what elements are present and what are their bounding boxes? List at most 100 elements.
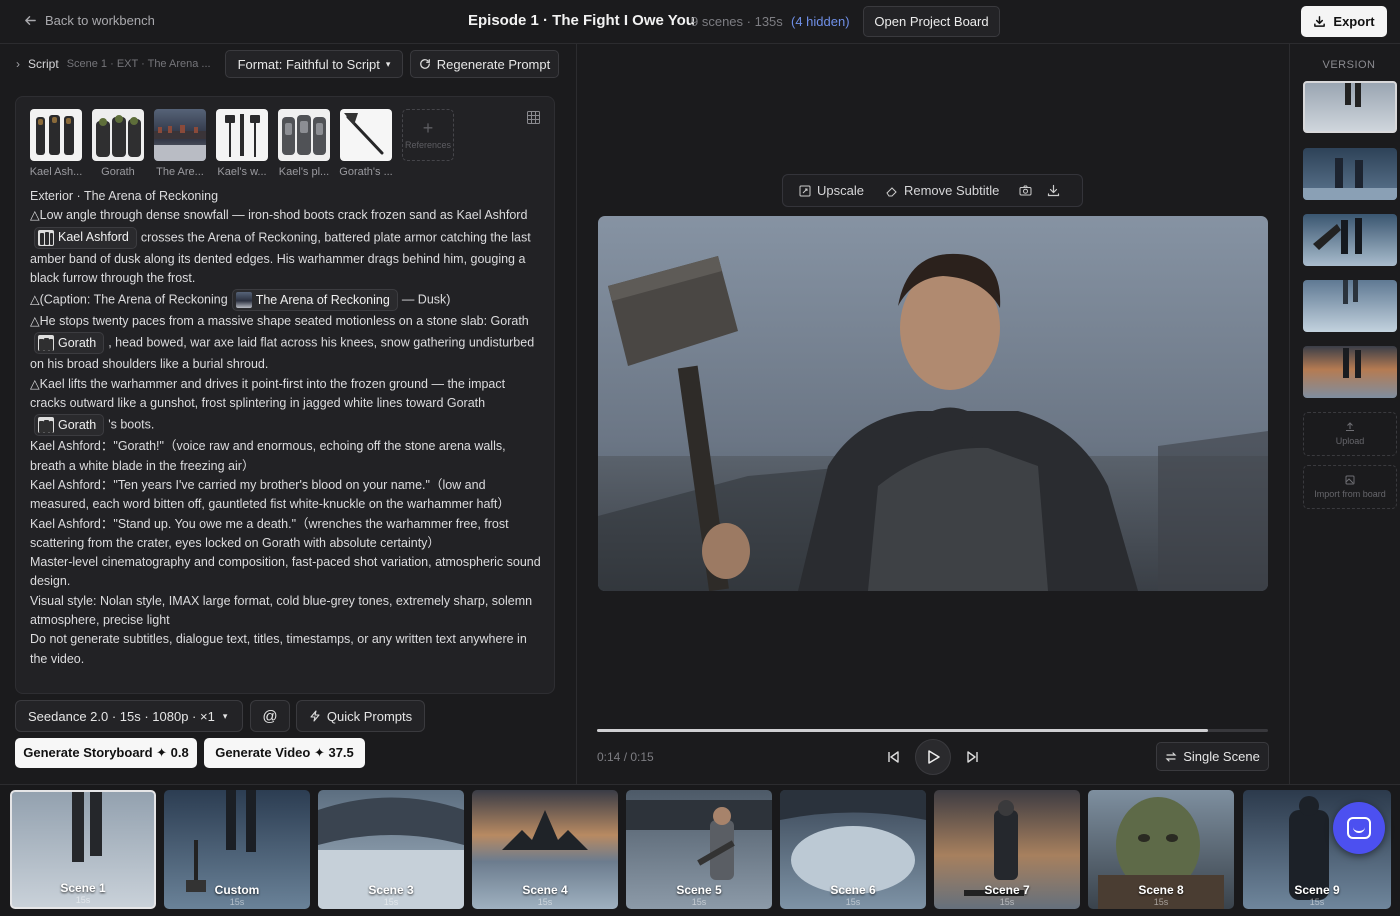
- upscale-label: Upscale: [817, 183, 864, 198]
- generate-video-button[interactable]: Generate Video ✦ 37.5: [204, 738, 365, 768]
- hidden-scenes-link[interactable]: (4 hidden): [791, 14, 850, 29]
- back-label: Back to workbench: [45, 13, 155, 28]
- quick-prompts-label: Quick Prompts: [326, 708, 413, 724]
- upscale-button[interactable]: Upscale: [791, 183, 872, 198]
- format-dropdown[interactable]: Format: Faithful to Script ▾: [225, 50, 403, 78]
- export-button[interactable]: Export: [1301, 6, 1387, 37]
- scene-duration: 15s: [999, 897, 1015, 907]
- version-thumbnail[interactable]: [1303, 280, 1397, 332]
- upscale-icon: [799, 185, 811, 196]
- model-select[interactable]: Seedance 2.0 · 15s · 1080p · ×1 ▾: [15, 700, 243, 732]
- remove-subtitle-label: Remove Subtitle: [903, 183, 1000, 198]
- refresh-icon: [419, 59, 430, 69]
- script-paragraph: △Kael lifts the warhammer and drives it …: [30, 375, 542, 438]
- avatar: [38, 229, 54, 246]
- scene-label: Scene 4: [522, 883, 568, 897]
- skip-next-icon[interactable]: [964, 748, 982, 766]
- script-paragraph: △Low angle through dense snowfall — iron…: [30, 206, 542, 288]
- scene-card[interactable]: Custom 15s: [164, 790, 310, 909]
- reference-name: Kael's pl...: [278, 166, 330, 178]
- remove-subtitle-button[interactable]: Remove Subtitle: [878, 183, 1007, 198]
- upload-version-button[interactable]: Upload: [1303, 412, 1397, 456]
- video-progress-bar[interactable]: [597, 729, 1268, 732]
- script-label: Script: [28, 57, 59, 71]
- skip-previous-icon[interactable]: [884, 748, 902, 766]
- video-preview[interactable]: [598, 216, 1268, 591]
- scene-duration: 15s: [1153, 897, 1169, 907]
- reference-item[interactable]: Kael's w...: [216, 109, 268, 178]
- download-frame-button[interactable]: [1039, 184, 1067, 197]
- grid-icon[interactable]: [527, 111, 540, 124]
- reference-thumbnail: [30, 109, 82, 161]
- reference-thumbnail: [154, 109, 206, 161]
- screenshot-button[interactable]: [1011, 184, 1039, 197]
- chevron-down-icon: ▾: [385, 58, 391, 69]
- script-paragraph: Master-level cinematography and composit…: [30, 555, 541, 589]
- add-reference-label: References: [404, 140, 452, 150]
- script-text[interactable]: Exterior · The Arena of Reckoning △Low a…: [30, 187, 542, 669]
- add-reference-button[interactable]: + References: [402, 109, 454, 161]
- mention-chip[interactable]: The Arena of Reckoning: [231, 289, 398, 312]
- play-icon: [928, 750, 940, 764]
- scene-label: Custom: [214, 883, 260, 897]
- reference-name: The Are...: [156, 166, 204, 178]
- image-icon: [1345, 475, 1355, 485]
- version-thumbnail[interactable]: [1303, 346, 1397, 398]
- script-text-span: △(Caption: The Arena of Reckoning: [30, 292, 228, 307]
- swap-icon: [1165, 751, 1177, 762]
- script-paragraph: △He stops twenty paces from a massive sh…: [30, 312, 542, 375]
- script-paragraph: Kael Ashford："Ten years I've carried my …: [30, 477, 510, 512]
- scene-card[interactable]: Scene 6 15s: [780, 790, 926, 909]
- open-project-board-button[interactable]: Open Project Board: [863, 6, 1000, 37]
- scene-label: Scene 9: [1294, 883, 1340, 897]
- regenerate-label: Regenerate Prompt: [436, 56, 551, 72]
- scene-card[interactable]: Scene 8 15s: [1088, 790, 1234, 909]
- top-bar: Back to workbench Episode 1 · The Fight …: [0, 0, 1400, 44]
- single-scene-label: Single Scene: [1183, 749, 1260, 764]
- reference-item[interactable]: Kael's pl...: [278, 109, 330, 178]
- mention-chip[interactable]: Gorath: [34, 414, 105, 437]
- import-from-board-button[interactable]: Import from board: [1303, 465, 1397, 509]
- scene-duration: 15s: [537, 897, 553, 907]
- script-breadcrumb[interactable]: › Script Scene 1 · EXT · The Arena ...: [16, 50, 211, 78]
- episode-title: Episode 1 · The Fight I Owe You: [468, 12, 695, 29]
- play-button[interactable]: [915, 739, 951, 775]
- single-scene-button[interactable]: Single Scene: [1156, 742, 1269, 771]
- scene-label: Scene 3: [368, 883, 414, 897]
- version-thumbnail[interactable]: [1303, 214, 1397, 266]
- reference-name: Gorath's ...: [339, 166, 393, 178]
- reference-item[interactable]: The Are...: [154, 109, 206, 178]
- scene-card[interactable]: Scene 5 15s: [626, 790, 772, 909]
- chevron-down-icon: ▾: [222, 710, 228, 721]
- mention-label: Gorath: [58, 335, 97, 350]
- upload-icon: [1346, 422, 1354, 431]
- script-editor[interactable]: Kael Ash... Gorath The Are... Kael's w..…: [15, 96, 555, 694]
- chat-support-button[interactable]: [1333, 802, 1385, 854]
- script-text-span: — Dusk): [401, 292, 451, 307]
- arrow-left-icon: [25, 16, 36, 25]
- chevron-right-icon: ›: [16, 57, 20, 71]
- version-thumbnail[interactable]: [1303, 148, 1397, 200]
- mention-chip[interactable]: Gorath: [34, 332, 105, 355]
- add-reference-item[interactable]: + References: [402, 109, 454, 178]
- reference-item[interactable]: Kael Ash...: [30, 109, 82, 178]
- scene-card[interactable]: Scene 7 15s: [934, 790, 1080, 909]
- mention-label: Kael Ashford: [58, 229, 129, 244]
- generate-storyboard-button[interactable]: Generate Storyboard ✦ 0.8: [15, 738, 197, 768]
- avatar: [235, 292, 252, 309]
- reference-item[interactable]: Gorath's ...: [339, 109, 393, 178]
- download-icon: [1047, 184, 1059, 197]
- plus-icon: +: [422, 118, 434, 138]
- scene-card[interactable]: Scene 1 15s: [10, 790, 156, 909]
- mention-chip[interactable]: Kael Ashford: [34, 226, 137, 249]
- mention-label: Gorath: [58, 417, 97, 432]
- version-thumbnail[interactable]: [1303, 81, 1397, 133]
- reference-item[interactable]: Gorath: [92, 109, 144, 178]
- scene-card[interactable]: Scene 4 15s: [472, 790, 618, 909]
- back-to-workbench-link[interactable]: Back to workbench: [24, 13, 155, 28]
- scene-card[interactable]: Scene 3 15s: [318, 790, 464, 909]
- lightning-icon: [310, 710, 320, 722]
- mention-button[interactable]: @: [250, 700, 290, 732]
- quick-prompts-button[interactable]: Quick Prompts: [296, 700, 425, 732]
- regenerate-prompt-button[interactable]: Regenerate Prompt: [410, 50, 559, 78]
